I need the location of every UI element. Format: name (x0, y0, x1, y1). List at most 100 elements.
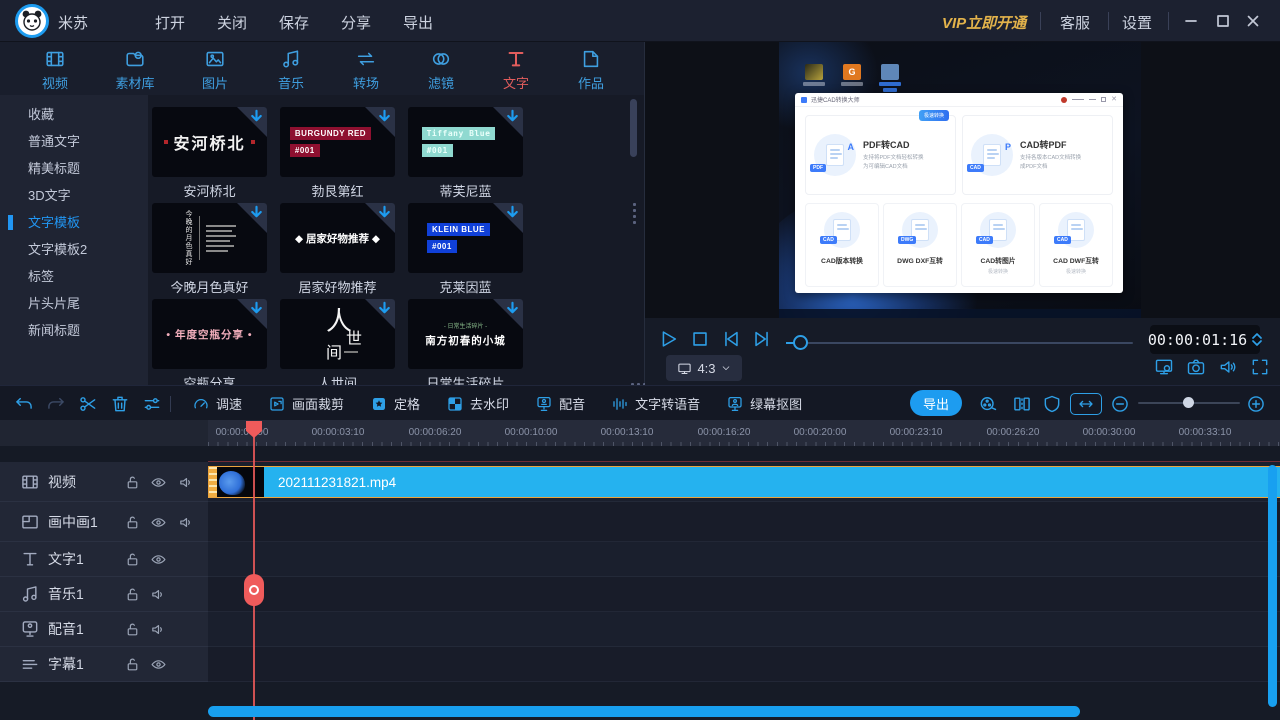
tab-works[interactable]: 作品 (559, 48, 623, 92)
zoom-in-icon[interactable] (1246, 394, 1266, 414)
tab-filter[interactable]: 滤镜 (409, 48, 473, 92)
sidebar-item-3d-text[interactable]: 3D文字 (0, 182, 148, 209)
aspect-ratio-dropdown[interactable]: 4:3 (666, 355, 742, 381)
undo-icon[interactable] (14, 394, 34, 414)
dubbing-button[interactable]: 配音 (535, 394, 585, 413)
download-icon[interactable] (377, 205, 392, 220)
speaker-icon[interactable] (178, 514, 195, 531)
speaker-icon[interactable] (150, 586, 167, 603)
template-card[interactable]: 安河桥北 安河桥北 (152, 107, 267, 200)
delete-trash-icon[interactable] (110, 394, 130, 414)
track-lane-dubbing[interactable] (208, 612, 1280, 647)
download-icon[interactable] (505, 109, 520, 124)
display-settings-icon[interactable] (1154, 357, 1174, 377)
maximize-button[interactable] (1212, 10, 1234, 32)
green-screen-button[interactable]: 绿幕抠图 (726, 394, 802, 413)
sidebar-item-fancy-title[interactable]: 精美标题 (0, 155, 148, 182)
download-icon[interactable] (249, 109, 264, 124)
tab-video[interactable]: 视频 (23, 48, 87, 92)
support-button[interactable]: 客服 (1060, 12, 1090, 33)
template-card[interactable]: ◆ 居家好物推荐 ◆ 居家好物推荐 (280, 203, 395, 296)
mirror-split-icon[interactable] (1012, 394, 1032, 414)
download-icon[interactable] (377, 109, 392, 124)
menu-save[interactable]: 保存 (279, 12, 309, 33)
play-button[interactable] (657, 328, 679, 350)
reel-icon[interactable] (978, 394, 998, 414)
template-card[interactable]: KLEIN BLUE #001 克莱因蓝 (408, 203, 523, 296)
template-card[interactable]: - 日常生活碎片 - 南方初春的小城 日常生活碎片 (408, 299, 523, 392)
download-icon[interactable] (505, 205, 520, 220)
zoom-out-icon[interactable] (1110, 394, 1130, 414)
track-header-video[interactable]: 视频 (0, 462, 208, 502)
template-card[interactable]: BURGUNDY RED #001 勃艮第红 (280, 107, 395, 200)
volume-icon[interactable] (1218, 357, 1238, 377)
timeline-horizontal-scrollbar[interactable] (208, 706, 1080, 717)
close-button[interactable] (1242, 10, 1264, 32)
template-card[interactable]: • 年度空瓶分享 • 空瓶分享 (152, 299, 267, 392)
freeze-frame-button[interactable]: 定格 (370, 394, 420, 413)
track-header-subtitle[interactable]: 字幕1 (0, 647, 208, 682)
download-icon[interactable] (377, 301, 392, 316)
download-icon[interactable] (505, 301, 520, 316)
vip-upgrade-button[interactable]: VIP立即开通 (942, 12, 1026, 33)
tab-transition[interactable]: 转场 (334, 48, 398, 92)
shield-icon[interactable] (1042, 394, 1062, 414)
text-to-speech-button[interactable]: 文字转语音 (611, 394, 700, 413)
track-header-music[interactable]: 音乐1 (0, 577, 208, 612)
timeline-zoom-handle[interactable] (1183, 397, 1194, 408)
sidebar-item-plain-text[interactable]: 普通文字 (0, 128, 148, 155)
track-lane-subtitle[interactable] (208, 647, 1280, 682)
speaker-icon[interactable] (150, 621, 167, 638)
lock-open-icon[interactable] (124, 551, 141, 568)
menu-close-project[interactable]: 关闭 (217, 12, 247, 33)
track-header-dubbing[interactable]: 配音1 (0, 612, 208, 647)
track-lane-text[interactable] (208, 542, 1280, 577)
sidebar-item-favorites[interactable]: 收藏 (0, 101, 148, 128)
export-button[interactable]: 导出 (910, 390, 962, 416)
seek-slider-handle[interactable] (793, 335, 808, 350)
tab-music[interactable]: 音乐 (259, 48, 323, 92)
lock-open-icon[interactable] (124, 656, 141, 673)
lock-open-icon[interactable] (124, 586, 141, 603)
next-frame-button[interactable] (751, 328, 773, 350)
lock-open-icon[interactable] (124, 621, 141, 638)
minimize-button[interactable] (1180, 10, 1202, 32)
track-lane-music[interactable] (208, 577, 1280, 612)
speed-button[interactable]: 调速 (192, 394, 242, 413)
eye-icon[interactable] (150, 551, 167, 568)
redo-icon[interactable] (46, 394, 66, 414)
settings-button[interactable]: 设置 (1122, 12, 1152, 33)
eye-icon[interactable] (150, 656, 167, 673)
lock-open-icon[interactable] (124, 474, 141, 491)
tab-image[interactable]: 图片 (183, 48, 247, 92)
timeline-ruler[interactable]: 00:00:00:00 00:00:03:10 00:00:06:20 00:0… (208, 420, 1280, 446)
tab-library[interactable]: 素材库 (103, 48, 167, 92)
lock-open-icon[interactable] (124, 514, 141, 531)
menu-open[interactable]: 打开 (155, 12, 185, 33)
sidebar-item-tags[interactable]: 标签 (0, 263, 148, 290)
clip-trim-handle-left[interactable] (209, 467, 217, 497)
prev-frame-button[interactable] (720, 328, 742, 350)
sidebar-item-text-template[interactable]: 文字模板 (0, 209, 148, 236)
seek-slider[interactable] (786, 342, 1133, 344)
fullscreen-icon[interactable] (1250, 357, 1270, 377)
track-header-pip[interactable]: 画中画1 (0, 502, 208, 542)
properties-tune-icon[interactable] (142, 394, 162, 414)
panel-scrollbar[interactable] (630, 99, 637, 157)
track-lane-pip[interactable] (208, 502, 1280, 542)
timecode-spinner[interactable] (1252, 333, 1262, 346)
sidebar-item-news-title[interactable]: 新闻标题 (0, 317, 148, 344)
cut-scissors-icon[interactable] (78, 394, 98, 414)
timeline-vertical-scrollbar[interactable] (1268, 465, 1277, 707)
remove-watermark-button[interactable]: 去水印 (446, 394, 509, 413)
crop-button[interactable]: 画面裁剪 (268, 394, 344, 413)
eye-icon[interactable] (150, 474, 167, 491)
speaker-icon[interactable] (178, 474, 195, 491)
playhead-handle[interactable] (244, 574, 264, 606)
template-card[interactable]: Tiffany Blue #001 蒂芙尼蓝 (408, 107, 523, 200)
sidebar-item-intro-outro[interactable]: 片头片尾 (0, 290, 148, 317)
track-header-text[interactable]: 文字1 (0, 542, 208, 577)
preview-video-frame[interactable]: G 迅捷CAD转换大师 ✕ 极速转换 PDF A (779, 42, 1141, 318)
template-card[interactable]: 人 世 间 人世间 (280, 299, 395, 392)
menu-export[interactable]: 导出 (403, 12, 433, 33)
